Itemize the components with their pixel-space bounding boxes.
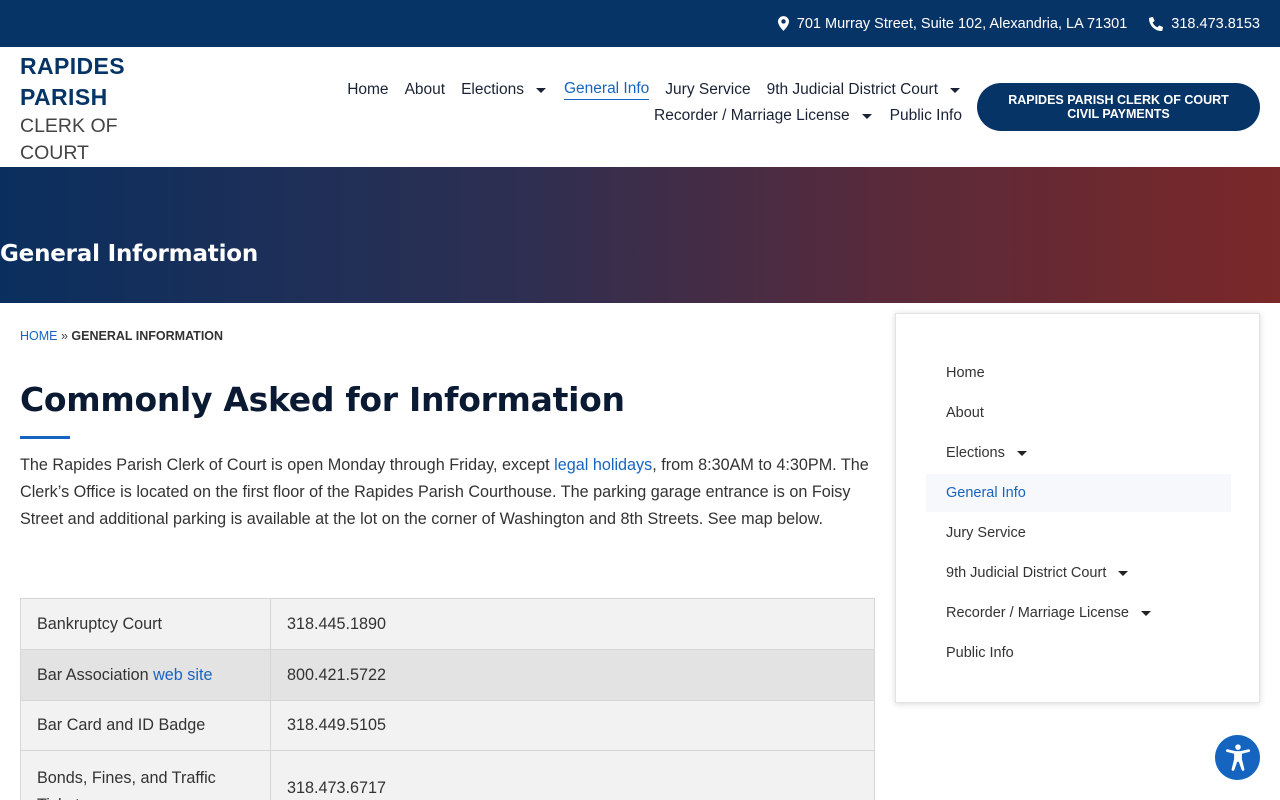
sidebar-item-elections[interactable]: Elections: [926, 434, 1231, 472]
civil-payments-button[interactable]: RAPIDES PARISH CLERK OF COURT CIVIL PAYM…: [977, 83, 1260, 131]
caret-down-icon[interactable]: [1016, 450, 1027, 456]
caret-down-icon[interactable]: [535, 87, 546, 93]
logo-line-4: COURT: [20, 142, 89, 164]
sidebar-item-home[interactable]: Home: [926, 354, 1231, 392]
accessibility-button[interactable]: [1215, 735, 1260, 780]
table-row: Bankruptcy Court 318.445.1890: [20, 598, 875, 650]
table-cell-name: Bar Association web site: [20, 649, 271, 701]
table-cell-phone: 318.449.5105: [270, 700, 875, 751]
accessibility-icon: [1225, 743, 1250, 771]
page-title: General Information: [0, 241, 259, 267]
nav-item-jury-service[interactable]: Jury Service: [657, 81, 758, 99]
nav-item-9th-judicial-district-court[interactable]: 9th Judicial District Court: [759, 81, 970, 99]
nav-item-recorder-marriage-license[interactable]: Recorder / Marriage License: [646, 107, 882, 125]
sidebar-item-public-info[interactable]: Public Info: [926, 634, 1231, 672]
contact-numbers-table: Bankruptcy Court 318.445.1890 Bar Associ…: [20, 598, 875, 800]
main-nav-row-1: Home About Elections General Info Jury S…: [330, 77, 970, 103]
heading-underline: [20, 436, 70, 439]
intro-text-start: The Rapides Parish Clerk of Court is ope…: [20, 456, 555, 474]
page-hero-banner: General Information: [0, 167, 1280, 303]
sidebar-menu: Home About Elections General Info Jury S…: [895, 313, 1260, 703]
site-header: RAPIDES PARISH CLERK OF COURT Home About…: [0, 47, 1280, 167]
address-text: 701 Murray Street, Suite 102, Alexandria…: [796, 15, 1128, 32]
nav-item-elections[interactable]: Elections: [453, 81, 556, 99]
nav-item-label: Recorder / Marriage License: [654, 107, 850, 124]
logo-line-2: PARISH: [20, 84, 108, 110]
content-heading: Commonly Asked for Information: [20, 380, 625, 419]
caret-down-icon[interactable]: [861, 113, 872, 119]
sidebar-item-general-info[interactable]: General Info: [926, 474, 1231, 512]
phone-icon: [1149, 16, 1164, 31]
caret-down-icon[interactable]: [1118, 570, 1129, 576]
sidebar-item-label: Public Info: [946, 645, 1014, 661]
table-cell-name: Bar Card and ID Badge: [20, 700, 271, 751]
nav-item-label: Public Info: [889, 107, 962, 124]
bar-association-website-link[interactable]: web site: [153, 666, 212, 684]
sidebar-item-jury-service[interactable]: Jury Service: [926, 514, 1231, 552]
caret-down-icon[interactable]: [950, 87, 960, 93]
main-nav-row-2: Recorder / Marriage License Public Info: [330, 103, 970, 129]
table-cell-name: Bonds, Fines, and Traffic Tickets: [20, 750, 271, 800]
sidebar-item-label: Elections: [946, 445, 1005, 461]
sidebar-item-label: Recorder / Marriage License: [946, 605, 1129, 621]
intro-paragraph: The Rapides Parish Clerk of Court is ope…: [20, 452, 880, 533]
nav-item-label: General Info: [563, 80, 650, 100]
logo-line-3: CLERK OF: [20, 115, 118, 137]
site-logo[interactable]: RAPIDES PARISH CLERK OF COURT: [20, 51, 160, 167]
table-cell-phone: 800.421.5722: [270, 649, 875, 701]
legal-holidays-link[interactable]: legal holidays: [554, 456, 652, 474]
breadcrumb-current: GENERAL INFORMATION: [71, 329, 224, 343]
contact-info: 701 Murray Street, Suite 102, Alexandria…: [777, 0, 1260, 47]
table-cell-phone: 318.445.1890: [270, 598, 875, 650]
table-cell-name-text: Bar Association: [37, 665, 154, 684]
table-row: Bar Card and ID Badge 318.449.5105: [20, 700, 875, 751]
sidebar-item-label: About: [946, 405, 984, 421]
address-item[interactable]: 701 Murray Street, Suite 102, Alexandria…: [777, 15, 1128, 32]
sidebar-item-9th-judicial-district-court[interactable]: 9th Judicial District Court: [926, 554, 1231, 592]
caret-down-icon[interactable]: [1140, 610, 1151, 616]
nav-item-public-info[interactable]: Public Info: [882, 107, 970, 125]
nav-item-label: Home: [347, 81, 389, 98]
nav-item-label: 9th Judicial District Court: [766, 81, 938, 98]
table-cell-name: Bankruptcy Court: [20, 598, 271, 650]
breadcrumb-home-link[interactable]: HOME: [20, 329, 58, 343]
nav-item-general-info[interactable]: General Info: [556, 80, 657, 100]
sidebar-item-label: Home: [946, 365, 985, 381]
nav-item-about[interactable]: About: [397, 81, 454, 99]
logo-line-1: RAPIDES: [20, 53, 126, 79]
nav-item-home[interactable]: Home: [339, 81, 396, 99]
main-nav: Home About Elections General Info Jury S…: [330, 77, 970, 129]
phone-item[interactable]: 318.473.8153: [1149, 16, 1260, 32]
phone-text: 318.473.8153: [1171, 15, 1260, 32]
map-pin-icon: [777, 16, 789, 31]
top-contact-bar: 701 Murray Street, Suite 102, Alexandria…: [0, 0, 1280, 47]
breadcrumb-separator: »: [60, 329, 68, 343]
nav-item-label: Jury Service: [665, 81, 751, 98]
table-cell-phone: 318.473.6717: [270, 750, 875, 800]
table-row: Bonds, Fines, and Traffic Tickets 318.47…: [20, 750, 875, 800]
sidebar-item-label: Jury Service: [946, 525, 1026, 541]
breadcrumb: HOME » GENERAL INFORMATION: [20, 329, 223, 343]
sidebar-item-recorder-marriage-license[interactable]: Recorder / Marriage License: [926, 594, 1231, 632]
nav-item-label: Elections: [461, 81, 524, 98]
sidebar-item-label: 9th Judicial District Court: [946, 565, 1107, 581]
sidebar-item-label: General Info: [946, 485, 1026, 501]
nav-item-label: About: [404, 81, 446, 98]
table-row: Bar Association web site 800.421.5722: [20, 649, 875, 701]
sidebar-item-about[interactable]: About: [926, 394, 1231, 432]
